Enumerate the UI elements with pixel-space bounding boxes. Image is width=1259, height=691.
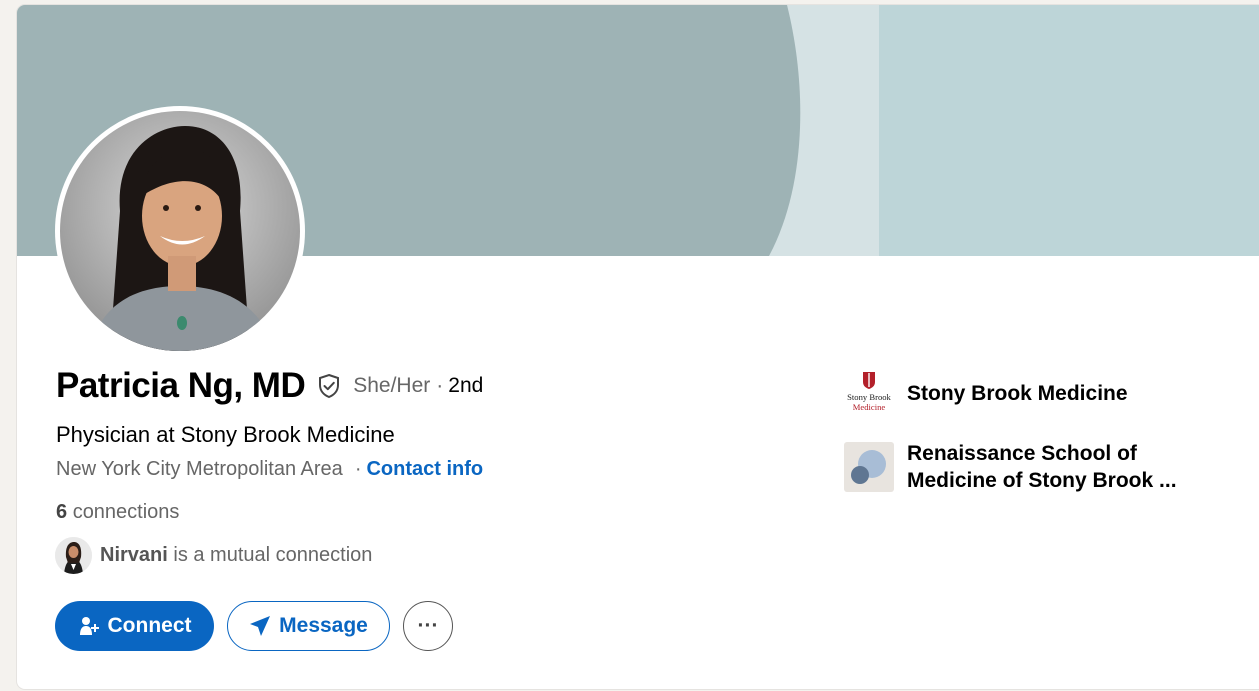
stony-brook-medicine-logo: Stony Brook Medicine (844, 368, 894, 418)
organizations-list: Stony Brook Medicine Stony Brook Medicin… (844, 368, 1207, 494)
profile-name: Patricia Ng, MD (56, 366, 306, 405)
org-name: Renaissance School of Medicine of Stony … (907, 442, 1177, 492)
contact-info-link[interactable]: Contact info (366, 458, 483, 480)
connections-label: connections (72, 501, 180, 523)
degree-separator: · (436, 374, 444, 397)
org-item-renaissance-school[interactable]: Renaissance School of Medicine of Stony … (844, 440, 1207, 494)
connections-link[interactable]: 6 connections (56, 501, 179, 524)
message-label: Message (279, 614, 368, 637)
name-row: Patricia Ng, MD She/Her · 2nd (56, 366, 483, 406)
shield-check-icon[interactable] (315, 372, 343, 400)
connections-count: 6 (56, 501, 68, 523)
connect-label: Connect (107, 614, 192, 637)
connect-button[interactable]: Connect (55, 601, 214, 651)
logo-line-1: Stony Brook (847, 392, 891, 402)
profile-photo[interactable] (55, 106, 305, 356)
profile-location: New York City Metropolitan Area (56, 458, 343, 480)
mutual-connection[interactable]: Nirvani is a mutual connection (55, 537, 372, 574)
mutual-connection-suffix: is a mutual connection (173, 544, 373, 566)
profile-card: Patricia Ng, MD She/Her · 2nd Physician a… (17, 5, 1259, 689)
mutual-connection-avatar (55, 537, 92, 574)
degree-value: 2nd (448, 374, 484, 397)
profile-headline: Physician at Stony Brook Medicine (56, 422, 395, 447)
message-button[interactable]: Message (227, 601, 390, 651)
location-row: New York City Metropolitan Area · Contact … (56, 458, 483, 481)
person-plus-icon (78, 615, 100, 637)
paper-plane-icon (249, 615, 271, 637)
profile-actions: Connect Message ··· (55, 601, 453, 651)
more-actions-button[interactable]: ··· (403, 601, 453, 651)
org-name: Stony Brook Medicine (907, 381, 1128, 405)
renaissance-school-logo (844, 442, 894, 492)
logo-line-2: Medicine (853, 402, 886, 412)
location-separator: · (354, 458, 362, 480)
pronouns: She/Her (353, 374, 431, 397)
org-item-stony-brook-medicine[interactable]: Stony Brook Medicine Stony Brook Medicin… (844, 368, 1207, 418)
ellipsis-icon: ··· (417, 614, 439, 637)
mutual-connection-text: Nirvani is a mutual connection (100, 544, 372, 567)
connection-degree: · 2nd (436, 374, 483, 398)
mutual-connection-name: Nirvani (100, 544, 168, 566)
